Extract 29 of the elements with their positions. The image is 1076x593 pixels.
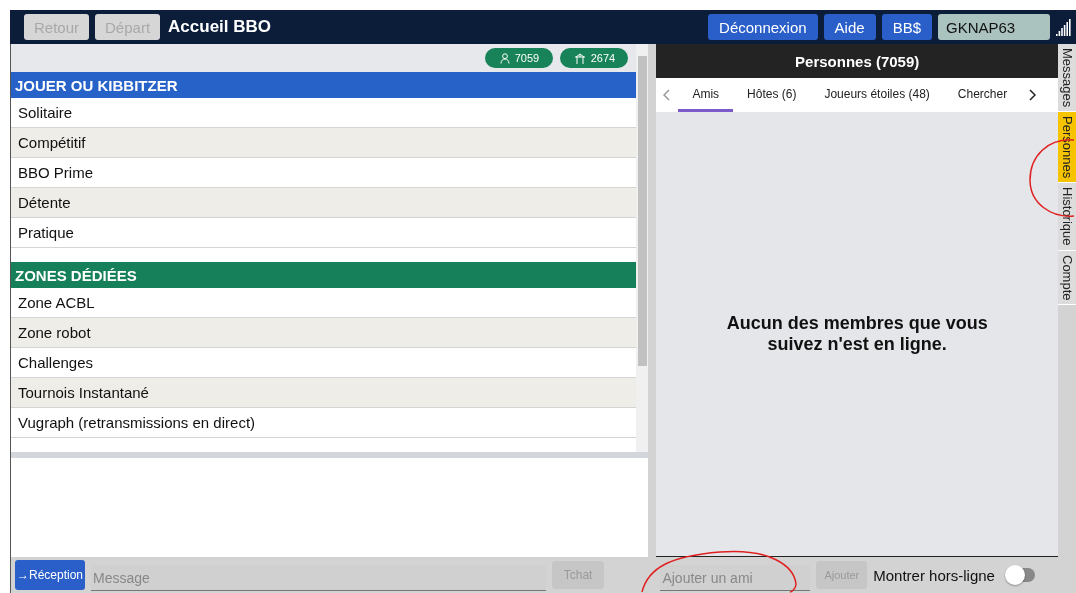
- tab[interactable]: Chercher: [943, 78, 1022, 112]
- tables-count: 2674: [560, 48, 629, 68]
- side-tab[interactable]: Compte: [1058, 250, 1076, 306]
- username-badge: GKNAP63: [938, 14, 1050, 40]
- side-tab[interactable]: Personnes: [1058, 112, 1076, 184]
- menu-item[interactable]: Tournois Instantané: [11, 378, 637, 408]
- header-button[interactable]: Déconnexion: [708, 14, 818, 40]
- header-button[interactable]: Aide: [823, 14, 876, 40]
- channel-button[interactable]: →Réception: [15, 560, 86, 590]
- section-header: JOUER OU KIBBITZER: [11, 72, 637, 98]
- table-icon: [573, 52, 586, 64]
- scrollbar[interactable]: [636, 44, 649, 452]
- empty-message: Aucun des membres que vous suivez n'est en ligne.: [725, 313, 989, 355]
- menu-item[interactable]: Compétitif: [11, 128, 637, 158]
- page-title: Accueil BBO: [168, 17, 273, 37]
- signal-icon: [1056, 18, 1072, 36]
- toggle-switch[interactable]: [1008, 568, 1035, 582]
- tab[interactable]: Hôtes (6): [733, 78, 811, 112]
- person-icon: [499, 52, 510, 64]
- side-tab[interactable]: Messages: [1058, 44, 1076, 113]
- people-count: 7059: [485, 48, 554, 68]
- toggle-label: Montrer hors-ligne: [873, 566, 995, 584]
- header-button[interactable]: BB$: [881, 14, 932, 40]
- side-tab[interactable]: Historique: [1058, 183, 1076, 251]
- panel-title: Personnes (7059): [656, 44, 1058, 78]
- section-header: ZONES DÉDIÉES: [11, 262, 637, 288]
- menu-item[interactable]: Détente: [11, 188, 637, 218]
- tab[interactable]: Joueurs étoiles (48): [810, 78, 944, 112]
- menu-item[interactable]: Zone robot: [11, 318, 637, 348]
